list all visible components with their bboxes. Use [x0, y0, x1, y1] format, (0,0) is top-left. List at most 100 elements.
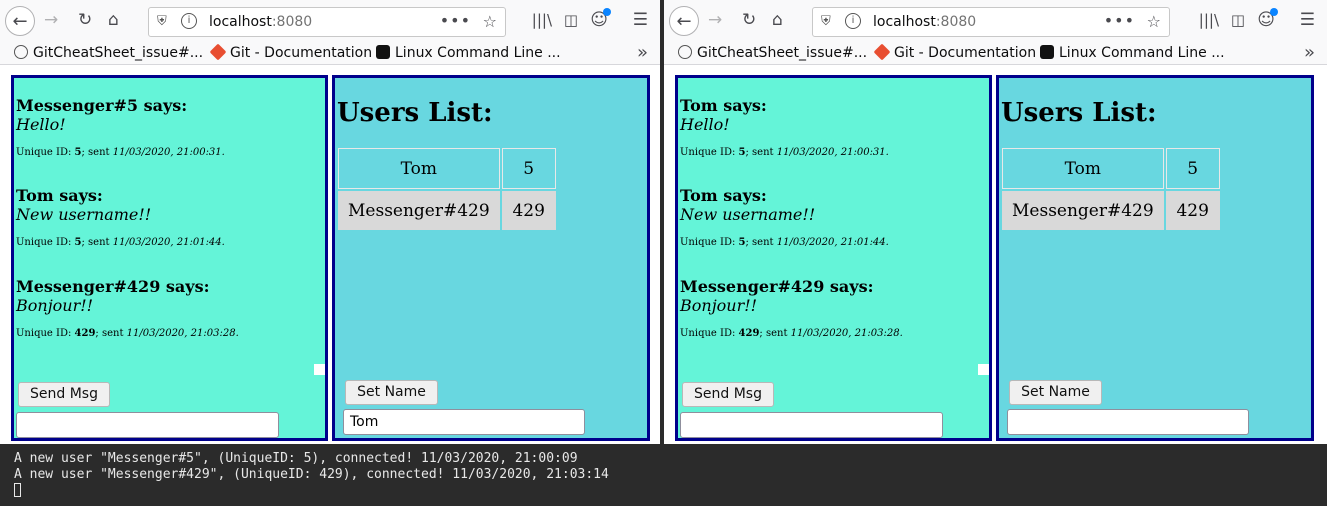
home-button[interactable]: ⌂: [108, 10, 119, 30]
account-icon[interactable]: ☺: [590, 8, 611, 30]
reload-button[interactable]: ↻: [742, 10, 756, 30]
url-host: localhost: [873, 14, 936, 30]
bookmark-label: Linux Command Line ...: [1059, 45, 1225, 61]
sidebar-icon[interactable]: ◫: [1231, 10, 1245, 30]
page-actions-icon[interactable]: •••: [440, 11, 471, 30]
user-name-cell: Tom: [338, 148, 500, 189]
bookmark-star-icon[interactable]: ☆: [483, 12, 497, 31]
bookmark-label: Linux Command Line ...: [395, 45, 561, 61]
sidebar-icon[interactable]: ◫: [564, 10, 578, 30]
meta-sent-label: ; sent: [745, 147, 777, 158]
url-text[interactable]: localhost:8080: [209, 14, 312, 30]
message-meta: Unique ID: 5; sent 11/03/2020, 21:00:31.: [680, 147, 889, 158]
message-unique-id: 5: [738, 147, 746, 158]
user-row: Tom 5: [1002, 148, 1220, 189]
reload-button[interactable]: ↻: [78, 10, 92, 30]
menu-icon[interactable]: ☰: [1300, 10, 1315, 30]
bookmark-item[interactable]: Git - Documentation: [873, 43, 1036, 62]
scrollbar-corner[interactable]: [314, 364, 325, 375]
bookmark-item[interactable]: Linux Command Line ...: [1040, 44, 1225, 62]
user-row: Tom 5: [338, 148, 556, 189]
url-port: :8080: [271, 14, 313, 30]
message-input[interactable]: [16, 412, 279, 438]
menu-icon[interactable]: ☰: [633, 10, 648, 30]
message-author: Tom says:: [16, 186, 103, 205]
set-name-button[interactable]: Set Name: [345, 380, 438, 405]
account-icon[interactable]: ☺: [1257, 8, 1278, 30]
bookmark-item[interactable]: GitCheatSheet_issue#...: [14, 44, 203, 62]
info-icon[interactable]: i: [845, 13, 861, 29]
send-msg-button[interactable]: Send Msg: [18, 382, 110, 407]
bookmark-star-icon[interactable]: ☆: [1147, 12, 1161, 31]
message-sent-time: 11/03/2020, 21:01:44.: [776, 237, 889, 248]
navigation-toolbar: ← → ↻ ⌂ ⛨ i localhost:8080 ••• ☆ |||\ ◫ …: [0, 0, 660, 42]
send-msg-button[interactable]: Send Msg: [682, 382, 774, 407]
shield-icon[interactable]: ⛨: [821, 14, 831, 29]
name-input[interactable]: Tom: [343, 409, 585, 435]
message-unique-id: 5: [74, 147, 82, 158]
user-name-cell: Messenger#429: [1002, 191, 1164, 230]
message-text: New username!!: [16, 205, 152, 224]
url-text[interactable]: localhost:8080: [873, 14, 976, 30]
shield-icon[interactable]: ⛨: [157, 14, 167, 29]
message-sent-time: 11/03/2020, 21:00:31.: [776, 147, 889, 158]
library-icon[interactable]: |||\: [1199, 10, 1219, 30]
set-name-button[interactable]: Set Name: [1009, 380, 1102, 405]
users-list-title: Users List:: [1001, 98, 1157, 128]
bookmark-item[interactable]: Linux Command Line ...: [376, 44, 561, 62]
scrollbar-corner[interactable]: [978, 364, 989, 375]
bookmark-item[interactable]: Git - Documentation: [209, 43, 373, 62]
bookmarks-overflow-icon[interactable]: »: [637, 42, 648, 64]
page-content: Messenger#5 says: Hello! Unique ID: 5; s…: [0, 65, 660, 444]
bookmark-label: GitCheatSheet_issue#...: [33, 45, 204, 61]
home-button[interactable]: ⌂: [772, 10, 783, 30]
url-bar[interactable]: ⛨ i localhost:8080 ••• ☆: [148, 7, 506, 37]
terminal-line: A new user "Messenger#5", (UniqueID: 5),…: [14, 451, 578, 466]
message-input[interactable]: [680, 412, 943, 438]
chat-panel: Tom says: Hello! Unique ID: 5; sent 11/0…: [675, 75, 992, 441]
message-sent-time: 11/03/2020, 21:03:28.: [790, 328, 903, 339]
url-bar[interactable]: ⛨ i localhost:8080 ••• ☆: [812, 7, 1170, 37]
bookmark-label: GitCheatSheet_issue#...: [697, 45, 868, 61]
forward-button[interactable]: →: [44, 10, 58, 30]
message-meta: Unique ID: 5; sent 11/03/2020, 21:01:44.: [680, 237, 889, 248]
users-panel: Users List: Tom 5 Messenger#429 429 Set …: [996, 75, 1314, 441]
meta-unique-label: Unique ID:: [680, 328, 739, 339]
meta-unique-label: Unique ID:: [680, 147, 739, 158]
back-button[interactable]: ←: [669, 6, 699, 36]
forward-button[interactable]: →: [708, 10, 722, 30]
message-text: Hello!: [16, 115, 66, 134]
user-name-cell: Tom: [1002, 148, 1164, 189]
message-sent-time: 11/03/2020, 21:01:44.: [112, 237, 225, 248]
message-author: Messenger#429 says:: [680, 277, 874, 296]
message-text: Bonjour!!: [680, 296, 758, 315]
notification-dot: [1270, 8, 1278, 16]
name-input[interactable]: [1007, 409, 1249, 435]
back-button[interactable]: ←: [5, 6, 35, 36]
meta-unique-label: Unique ID:: [16, 147, 75, 158]
message-unique-id: 429: [74, 328, 96, 339]
globe-icon: [14, 45, 28, 59]
terminal-panel[interactable]: A new user "Messenger#5", (UniqueID: 5),…: [0, 444, 1327, 506]
linux-icon: [376, 45, 390, 59]
info-icon[interactable]: i: [181, 13, 197, 29]
notification-dot: [603, 8, 611, 16]
chat-panel: Messenger#5 says: Hello! Unique ID: 5; s…: [11, 75, 328, 441]
navigation-toolbar: ← → ↻ ⌂ ⛨ i localhost:8080 ••• ☆ |||\ ◫ …: [664, 0, 1327, 42]
users-panel: Users List: Tom 5 Messenger#429 429 Set …: [332, 75, 650, 441]
page-content: Tom says: Hello! Unique ID: 5; sent 11/0…: [664, 65, 1327, 444]
bookmark-item[interactable]: GitCheatSheet_issue#...: [678, 44, 867, 62]
page-actions-icon[interactable]: •••: [1104, 11, 1135, 30]
users-list-title: Users List:: [337, 98, 493, 128]
user-id-cell: 429: [501, 191, 556, 230]
bookmark-label: Git - Documentation: [230, 45, 373, 61]
message-author: Messenger#429 says:: [16, 277, 210, 296]
git-icon: [873, 43, 891, 61]
terminal-line: A new user "Messenger#429", (UniqueID: 4…: [14, 467, 609, 482]
library-icon[interactable]: |||\: [532, 10, 552, 30]
bookmarks-overflow-icon[interactable]: »: [1304, 42, 1315, 64]
message-text: New username!!: [680, 205, 816, 224]
meta-sent-label: ; sent: [95, 328, 127, 339]
url-host: localhost: [209, 14, 272, 30]
user-row: Messenger#429 429: [338, 191, 556, 230]
